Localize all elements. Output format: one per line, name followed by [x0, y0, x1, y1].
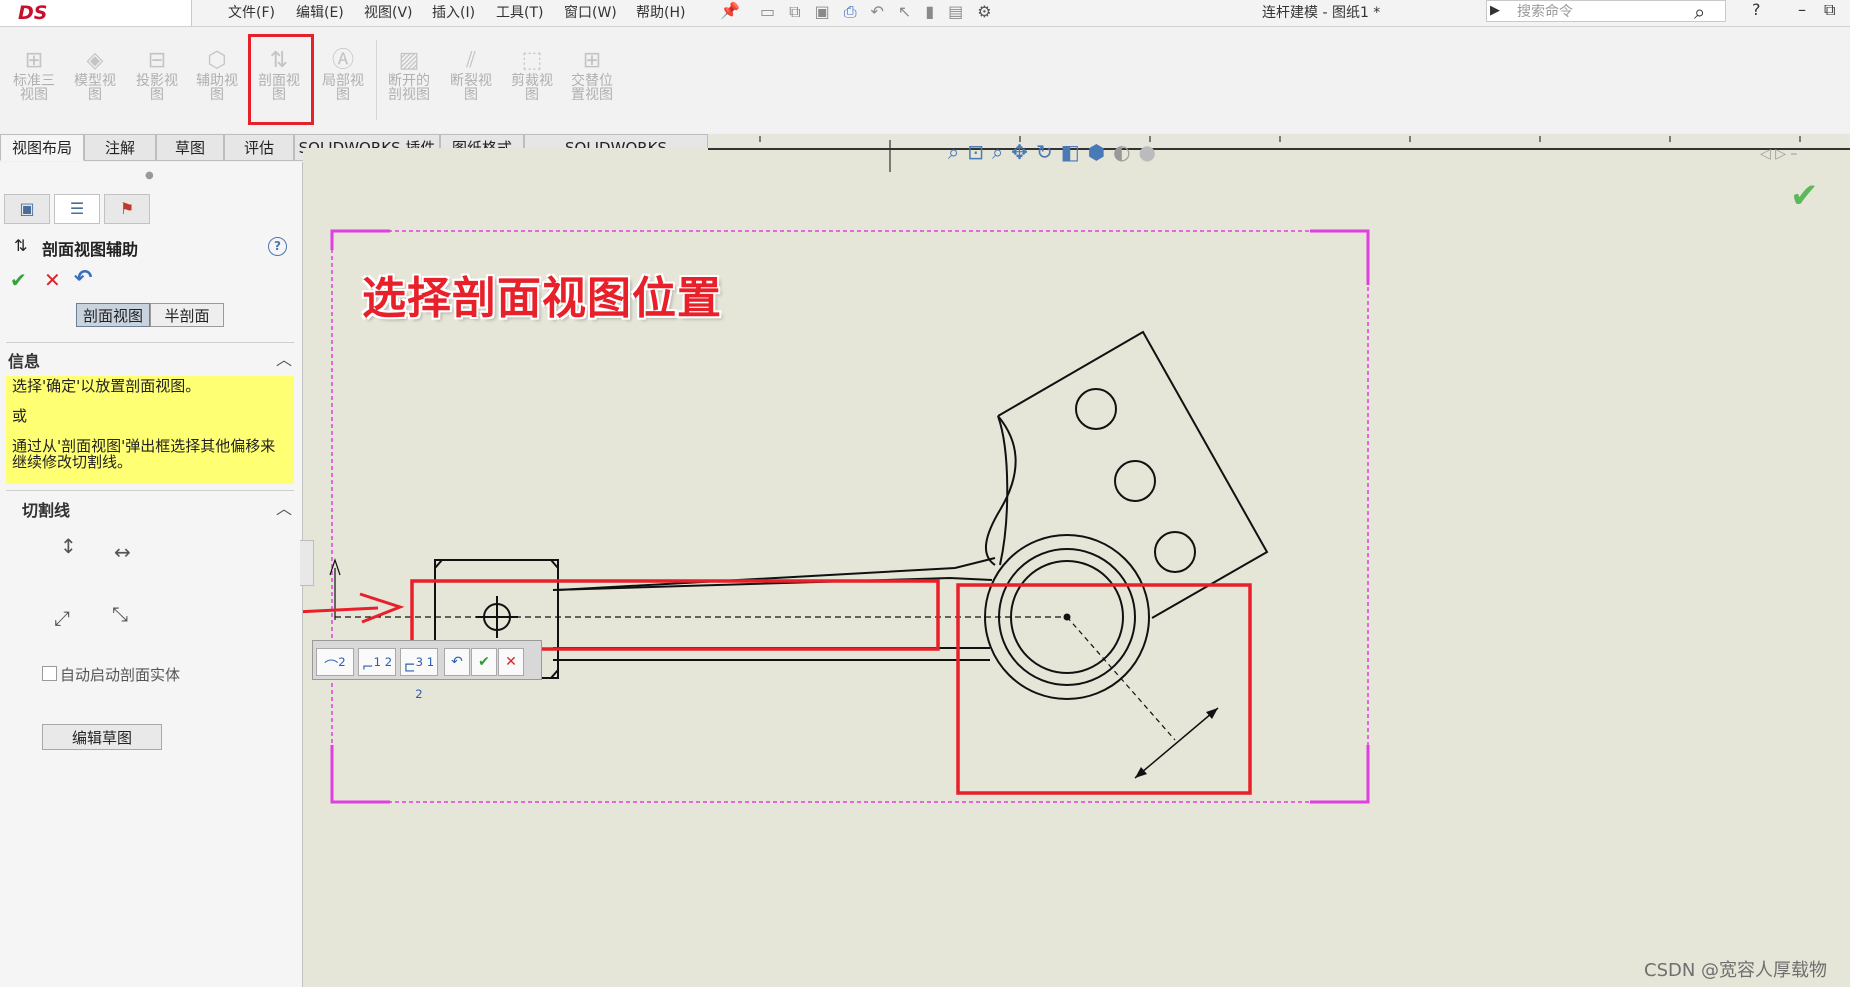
csdn-watermark: CSDN @宽容人厚载物 [1644, 960, 1828, 981]
popup-cancel-button[interactable]: ✕ [498, 648, 524, 676]
arc-offset-icon: ⌒ [324, 659, 339, 676]
feature-manager-tab[interactable]: ▣ [4, 194, 50, 224]
annotation-headline: 选择剖面视图位置 [362, 273, 722, 324]
ruler-ticks [759, 136, 1801, 172]
section-arrow-line [1134, 707, 1219, 779]
half-section-mode-button[interactable]: 半剖面 [150, 303, 224, 327]
popup-arc-offset-button[interactable]: ⌒2 [316, 648, 354, 676]
notch-offset-icon: ⊏ [403, 659, 416, 676]
aligned-cutline-icon[interactable]: ⤢ [54, 606, 70, 630]
connecting-rod-part [434, 330, 1269, 700]
property-list-icon: ☰ [69, 199, 85, 218]
popup-notch-offset-button[interactable]: ⊏3 1 2 [400, 648, 438, 701]
info-line: 选择'确定'以放置剖面视图。 [12, 377, 201, 395]
configuration-manager-tab[interactable]: ⚑ [104, 194, 150, 224]
single-offset-icon: ⌐ [361, 659, 374, 676]
property-manager-title: 剖面视图辅助 [42, 240, 139, 259]
auto-start-section-label: 自动启动剖面实体 [60, 666, 181, 684]
help-question-icon[interactable]: ? [268, 237, 287, 256]
panel-splitter-dot[interactable]: ● [145, 170, 154, 181]
popup-undo-button[interactable]: ↶ [444, 648, 470, 676]
close-icon: ✕ [505, 654, 517, 670]
section-divider [6, 490, 294, 491]
cut-line-vertex [1063, 613, 1071, 621]
chevron-up-icon[interactable]: ︿ [276, 346, 292, 370]
configuration-icon: ⚑ [119, 199, 135, 218]
property-manager-tab[interactable]: ☰ [54, 194, 100, 224]
undo-icon: ↶ [451, 654, 463, 670]
auto-start-aligned-cutline-icon[interactable]: ⤡ [112, 602, 128, 626]
check-icon: ✔ [478, 654, 490, 670]
section-view-mode-button[interactable]: 剖面视图 [76, 303, 150, 327]
edit-sketch-button[interactable]: 编辑草图 [42, 724, 162, 750]
panel-collapse-handle[interactable] [300, 540, 314, 586]
ok-check-icon[interactable]: ✔ [10, 268, 27, 292]
offset-cut-line [1066, 616, 1176, 741]
big-end-highlight-box [956, 583, 1252, 795]
section-divider [6, 342, 294, 343]
rod-highlight-box [410, 579, 940, 651]
popup-single-offset-button[interactable]: ⌐1 2 [358, 648, 396, 676]
info-line: 通过从'剖面视图'弹出框选择其他偏移来继续修改切割线。 [12, 437, 276, 471]
popup-ok-button[interactable]: ✔ [471, 648, 497, 676]
horizontal-cutline-icon[interactable]: ↔ [114, 540, 131, 564]
undo-arrow-icon[interactable]: ↶ [74, 266, 92, 291]
info-message-box: 选择'确定'以放置剖面视图。 或 通过从'剖面视图'弹出框选择其他偏移来继续修改… [6, 376, 294, 484]
auto-start-section-checkbox[interactable] [42, 666, 57, 681]
info-line: 或 [12, 407, 28, 425]
cutline-section-header[interactable]: 切割线 [22, 497, 308, 521]
section-view-assist-icon: ⇅ [14, 236, 28, 255]
chevron-up-icon[interactable]: ︿ [276, 495, 292, 519]
feature-tree-icon: ▣ [19, 199, 35, 218]
vertical-cutline-icon[interactable]: ↕ [60, 534, 77, 558]
cancel-x-icon[interactable]: ✕ [44, 268, 61, 292]
info-section-header[interactable]: 信息 [8, 348, 294, 372]
